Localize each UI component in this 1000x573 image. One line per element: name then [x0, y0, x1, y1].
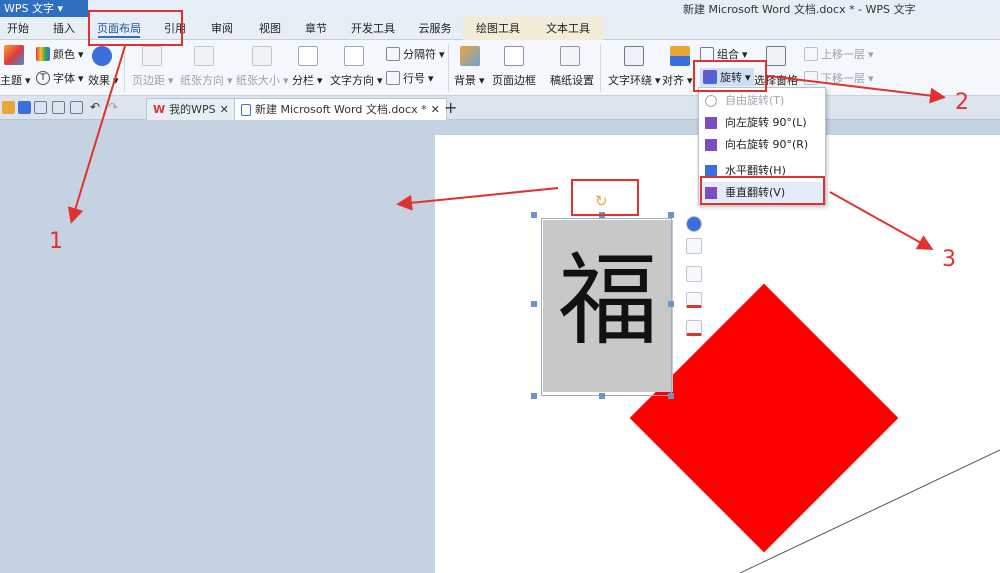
annotation-label-3: 3	[942, 247, 956, 272]
annotation-label-1: 1	[49, 229, 63, 254]
annotation-label-2: 2	[955, 90, 969, 115]
annotation-arrows	[67, 45, 946, 250]
